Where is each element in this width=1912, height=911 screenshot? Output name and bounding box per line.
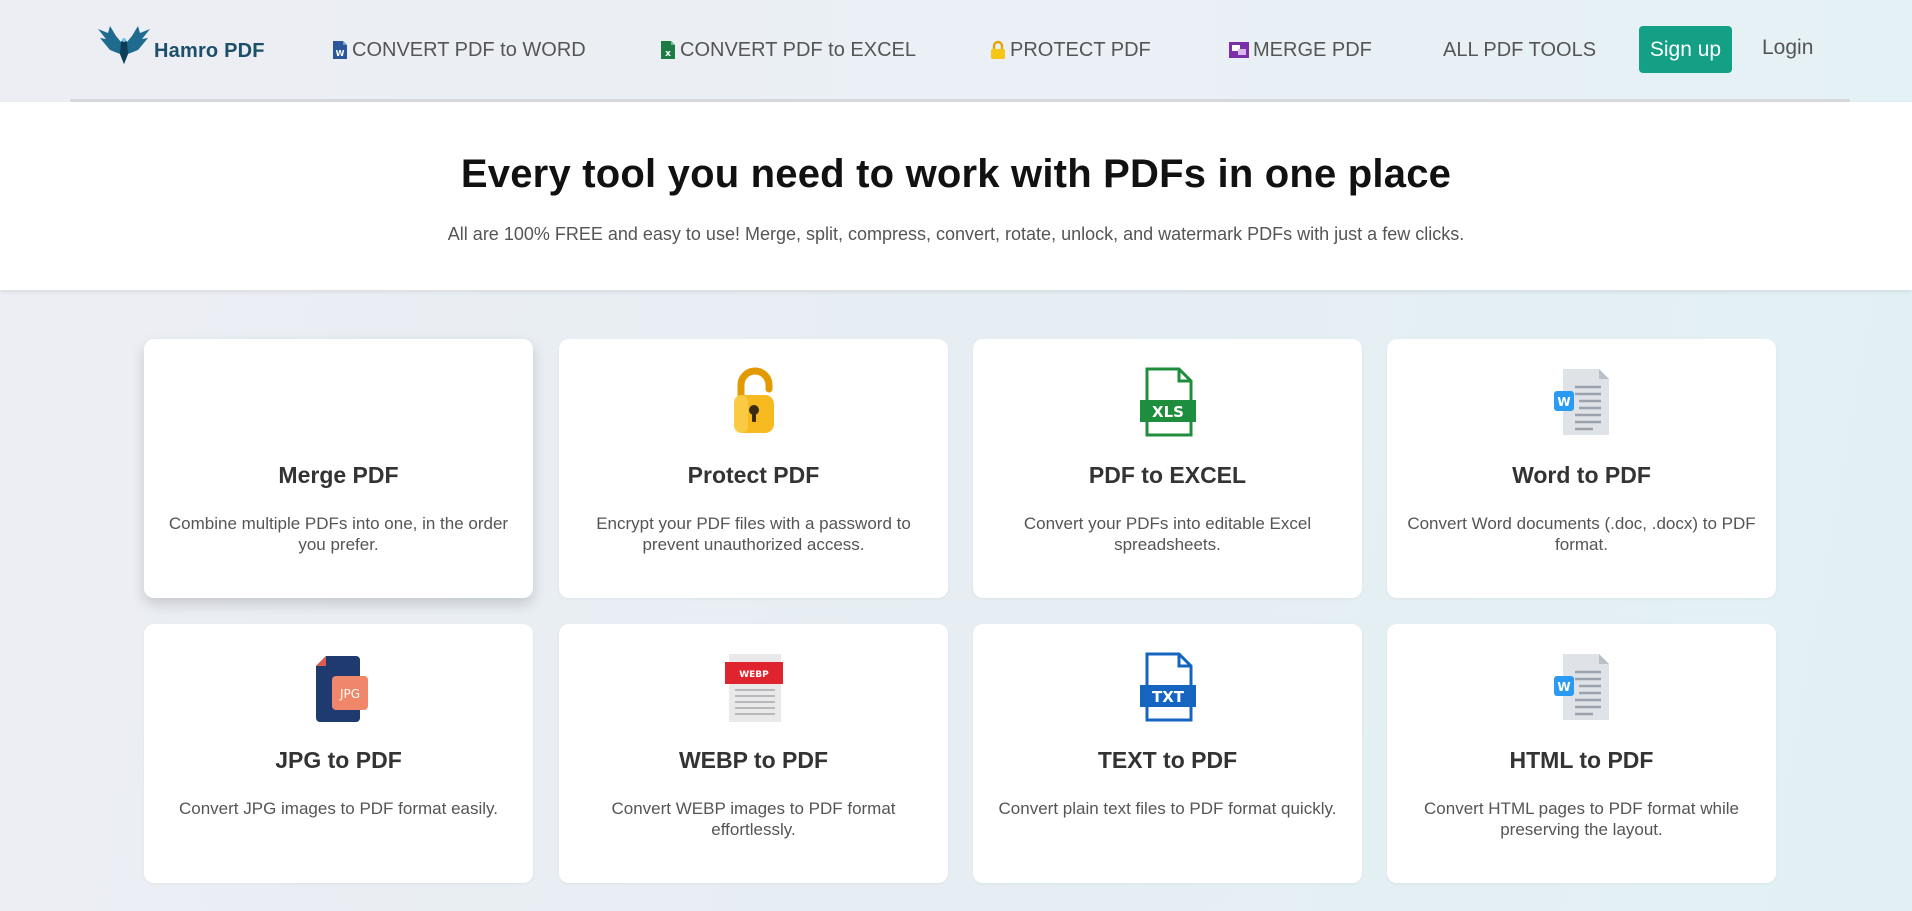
- tool-card-word-to-pdf[interactable]: W Word to PDF Convert Word documents (.d…: [1387, 339, 1776, 598]
- svg-text:WEBP: WEBP: [739, 670, 769, 680]
- nav-label: ALL PDF TOOLS: [1443, 38, 1597, 61]
- tool-title: JPG to PDF: [275, 747, 402, 773]
- page-subtitle: All are 100% FREE and easy to use! Merge…: [447, 224, 1465, 244]
- svg-text:x: x: [665, 49, 671, 59]
- svg-text:W: W: [336, 49, 345, 58]
- page-title: Every tool you need to work with PDFs in…: [460, 152, 1452, 196]
- tool-card-pdf-to-excel[interactable]: XLS PDF to EXCEL Convert your PDFs into …: [973, 339, 1362, 598]
- svg-text:W: W: [1557, 680, 1570, 694]
- tool-description: Encrypt your PDF files with a password t…: [596, 514, 911, 554]
- tool-card-text-to-pdf[interactable]: TXT TEXT to PDF Convert plain text files…: [973, 624, 1362, 883]
- nav-label: PROTECT PDF: [1010, 38, 1151, 61]
- signup-button[interactable]: Sign up: [1639, 26, 1732, 73]
- nav-label: MERGE PDF: [1253, 38, 1372, 61]
- padlock-icon: [733, 367, 774, 433]
- tool-description: Convert Word documents (.doc, .docx) to …: [1407, 514, 1756, 554]
- nav-all-pdf-tools[interactable]: ALL PDF TOOLS: [1443, 36, 1596, 64]
- xls-file-icon: XLS: [1139, 367, 1196, 437]
- tool-description: Combine multiple PDFs into one, in the o…: [168, 514, 509, 554]
- tool-description: Convert JPG images to PDF format easily.: [178, 799, 498, 818]
- excel-file-icon: x: [661, 41, 675, 59]
- tool-title: Protect PDF: [687, 462, 820, 488]
- tool-title: HTML to PDF: [1509, 747, 1654, 773]
- nav-protect-pdf[interactable]: PROTECT PDF: [989, 36, 1151, 64]
- tool-title: Word to PDF: [1512, 462, 1651, 488]
- svg-text:TXT: TXT: [1151, 688, 1184, 706]
- nav-convert-pdf-to-word[interactable]: W CONVERT PDF to WORD: [331, 36, 586, 64]
- tool-description: Convert plain text files to PDF format q…: [998, 799, 1337, 818]
- tool-title: PDF to EXCEL: [1088, 462, 1247, 488]
- webp-file-icon: WEBP: [724, 654, 783, 722]
- svg-text:W: W: [1557, 395, 1570, 409]
- tool-title: TEXT to PDF: [1097, 747, 1238, 773]
- brand-name: Hamro PDF: [154, 39, 265, 62]
- login-link[interactable]: Login: [1762, 36, 1813, 60]
- word-document-icon: W: [1553, 654, 1609, 720]
- brand-logo-link[interactable]: Hamro PDF: [96, 22, 265, 72]
- txt-file-icon: TXT: [1139, 652, 1196, 722]
- jpg-file-icon: JPG: [315, 656, 368, 722]
- eagle-logo-icon: [98, 26, 150, 64]
- tool-description: Convert your PDFs into editable Excel sp…: [1023, 514, 1312, 554]
- hero-section: Every tool you need to work with PDFs in…: [0, 102, 1912, 290]
- word-document-icon: W: [1553, 369, 1609, 435]
- merge-icon: [1229, 42, 1249, 58]
- nav-label: CONVERT PDF to EXCEL: [680, 38, 916, 61]
- tool-description: Convert HTML pages to PDF format while p…: [1424, 799, 1739, 839]
- tool-description: Convert WEBP images to PDF format effort…: [611, 799, 896, 839]
- nav-label: CONVERT PDF to WORD: [352, 38, 586, 61]
- tool-title: WEBP to PDF: [678, 747, 829, 773]
- tool-card-webp-to-pdf[interactable]: WEBP WEBP to PDF Convert WEBP images to …: [559, 624, 948, 883]
- nav-merge-pdf[interactable]: MERGE PDF: [1228, 36, 1372, 64]
- top-navbar: Hamro PDF W CONVERT PDF to WORD x CONVER…: [0, 0, 1912, 100]
- tool-icon-empty: [144, 367, 533, 437]
- svg-text:JPG: JPG: [338, 687, 359, 701]
- tool-title: Merge PDF: [278, 462, 399, 488]
- tool-card-jpg-to-pdf[interactable]: JPG JPG to PDF Convert JPG images to PDF…: [144, 624, 533, 883]
- word-file-icon: W: [333, 41, 347, 59]
- nav-convert-pdf-to-excel[interactable]: x CONVERT PDF to EXCEL: [659, 36, 916, 64]
- tool-card-html-to-pdf[interactable]: W HTML to PDF Convert HTML pages to PDF …: [1387, 624, 1776, 883]
- tool-card-merge-pdf[interactable]: Merge PDF Combine multiple PDFs into one…: [144, 339, 533, 598]
- svg-text:XLS: XLS: [1152, 403, 1184, 421]
- tool-card-protect-pdf[interactable]: Protect PDF Encrypt your PDF files with …: [559, 339, 948, 598]
- lock-icon: [991, 40, 1005, 59]
